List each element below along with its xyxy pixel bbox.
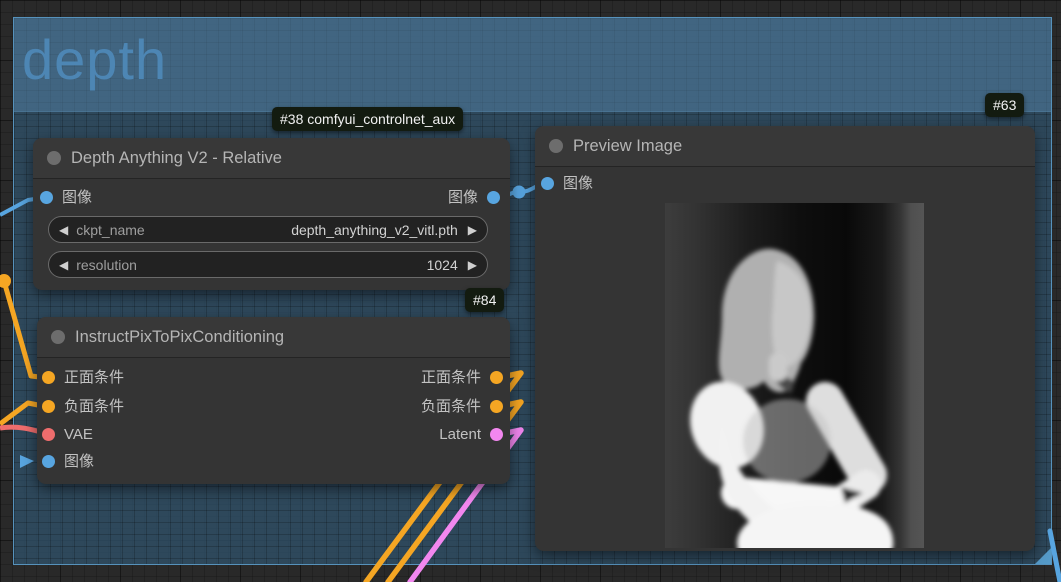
widget-ckpt-name[interactable]: ◀ ckpt_name depth_anything_v2_vitl.pth ▶ — [48, 216, 488, 243]
image-slot-dot[interactable] — [40, 191, 53, 204]
conditioning-slot-dot[interactable] — [42, 371, 55, 384]
node-title-bar[interactable]: Preview Image — [535, 126, 1035, 167]
hidden-link-arrow-icon — [20, 455, 34, 468]
combo-left-arrow-icon[interactable]: ◀ — [59, 224, 68, 236]
image-slot-dot[interactable] — [487, 191, 500, 204]
output-slot-negative[interactable]: 负面条件 — [421, 397, 503, 417]
slot-label: 负面条件 — [420, 398, 481, 415]
image-slot-dot[interactable] — [541, 177, 554, 190]
node-id-badge-63: #63 — [985, 93, 1025, 117]
input-slot-image[interactable]: 图像 — [42, 452, 94, 472]
slot-label: 图像 — [563, 175, 594, 192]
combo-right-arrow-icon[interactable]: ▶ — [468, 224, 477, 236]
input-slot-vae[interactable]: VAE — [42, 425, 93, 445]
node-instruct-pix-to-pix[interactable]: InstructPixToPixConditioning 正面条件 负面条件 V… — [37, 317, 510, 484]
slot-label: 图像 — [62, 189, 93, 206]
widget-name: resolution — [76, 256, 137, 273]
node-status-dot — [549, 139, 563, 153]
slot-label: 图像 — [447, 189, 478, 206]
combo-left-arrow-icon[interactable]: ◀ — [59, 259, 68, 271]
conditioning-slot-dot[interactable] — [490, 371, 503, 384]
image-slot-dot[interactable] — [42, 455, 55, 468]
link-midpoint-dot — [512, 185, 526, 199]
widget-name: ckpt_name — [76, 221, 145, 238]
node-title-bar[interactable]: InstructPixToPixConditioning — [37, 317, 510, 358]
widget-value: 1024 — [426, 256, 458, 273]
node-status-dot — [47, 151, 61, 165]
comfyui-canvas[interactable]: { "group": { "title": "depth" }, "badges… — [0, 0, 1061, 582]
widget-value: depth_anything_v2_vitl.pth — [291, 221, 458, 238]
slot-label: 正面条件 — [64, 369, 125, 386]
node-title: Depth Anything V2 - Relative — [71, 149, 282, 167]
node-status-dot — [51, 330, 65, 344]
conditioning-slot-dot[interactable] — [490, 400, 503, 413]
combo-right-arrow-icon[interactable]: ▶ — [468, 259, 477, 271]
vae-slot-dot[interactable] — [42, 428, 55, 441]
slot-label: 图像 — [64, 453, 95, 470]
input-slot-image[interactable]: 图像 — [541, 174, 593, 194]
input-slot-image[interactable]: 图像 — [40, 188, 92, 208]
preview-depth-image[interactable] — [665, 203, 924, 548]
slot-label: Latent — [439, 426, 481, 443]
group-resize-handle[interactable] — [1035, 548, 1051, 564]
node-id-badge-38: #38 comfyui_controlnet_aux — [272, 107, 464, 131]
node-preview-image[interactable]: Preview Image 图像 — [535, 126, 1035, 551]
slot-label: 负面条件 — [64, 398, 125, 415]
slot-label: 正面条件 — [420, 369, 481, 386]
node-title: InstructPixToPixConditioning — [75, 328, 285, 346]
node-depth-anything-v2[interactable]: Depth Anything V2 - Relative 图像 图像 ◀ ckp… — [33, 138, 510, 290]
slot-label: VAE — [64, 426, 93, 443]
input-slot-negative[interactable]: 负面条件 — [42, 397, 124, 417]
node-title: Preview Image — [573, 137, 683, 155]
node-id-badge-84: #84 — [465, 288, 505, 312]
conditioning-slot-dot[interactable] — [42, 400, 55, 413]
output-slot-image[interactable]: 图像 — [448, 188, 500, 208]
input-slot-positive[interactable]: 正面条件 — [42, 368, 124, 388]
wire-bottom-right — [1047, 528, 1061, 582]
widget-resolution[interactable]: ◀ resolution 1024 ▶ — [48, 251, 488, 278]
latent-slot-dot[interactable] — [490, 428, 503, 441]
node-title-bar[interactable]: Depth Anything V2 - Relative — [33, 138, 510, 179]
output-slot-positive[interactable]: 正面条件 — [421, 368, 503, 388]
output-slot-latent[interactable]: Latent — [439, 425, 503, 445]
wire-reroute-dot — [0, 274, 11, 288]
